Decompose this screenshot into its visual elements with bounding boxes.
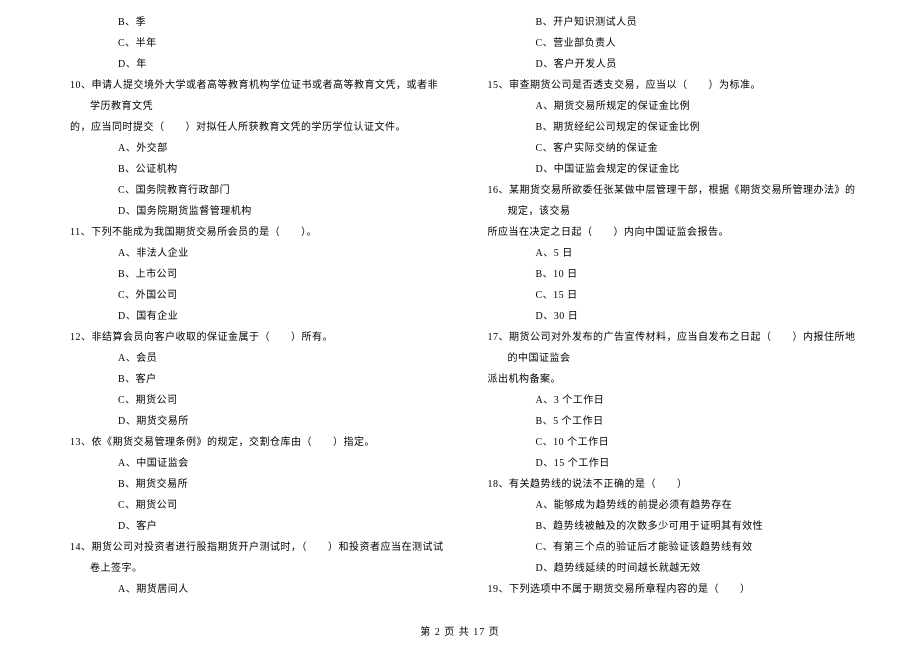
option: A、会员 <box>70 348 448 369</box>
question-12: 12、非结算会员向客户收取的保证金属于（ ）所有。 <box>70 327 448 348</box>
option: D、年 <box>70 54 448 75</box>
option: A、非法人企业 <box>70 243 448 264</box>
question-18: 18、有关趋势线的说法不正确的是（ ） <box>488 474 866 495</box>
option: D、国务院期货监督管理机构 <box>70 201 448 222</box>
option: C、15 日 <box>488 285 866 306</box>
option: D、趋势线延续的时间越长就越无效 <box>488 558 866 579</box>
option: B、5 个工作日 <box>488 411 866 432</box>
option: D、中国证监会规定的保证金比 <box>488 159 866 180</box>
option: A、中国证监会 <box>70 453 448 474</box>
question-17-cont: 派出机构备案。 <box>488 369 866 390</box>
option: C、营业部负责人 <box>488 33 866 54</box>
question-17: 17、期货公司对外发布的广告宣传材料，应当自发布之日起（ ）内报住所地的中国证监… <box>488 327 866 369</box>
option: B、上市公司 <box>70 264 448 285</box>
option: C、10 个工作日 <box>488 432 866 453</box>
option: B、期货经纪公司规定的保证金比例 <box>488 117 866 138</box>
option: D、国有企业 <box>70 306 448 327</box>
option: A、期货交易所规定的保证金比例 <box>488 96 866 117</box>
question-15: 15、审查期货公司是否透支交易，应当以（ ）为标准。 <box>488 75 866 96</box>
option: D、客户开发人员 <box>488 54 866 75</box>
option: B、期货交易所 <box>70 474 448 495</box>
page-container: B、季 C、半年 D、年 10、申请人提交境外大学或者高等教育机构学位证书或者高… <box>0 0 920 650</box>
option: B、开户知识测试人员 <box>488 12 866 33</box>
question-16-cont: 所应当在决定之日起（ ）内向中国证监会报告。 <box>488 222 866 243</box>
option: D、15 个工作日 <box>488 453 866 474</box>
option: C、国务院教育行政部门 <box>70 180 448 201</box>
option: D、期货交易所 <box>70 411 448 432</box>
question-10: 10、申请人提交境外大学或者高等教育机构学位证书或者高等教育文凭，或者非学历教育… <box>70 75 448 117</box>
question-14: 14、期货公司对投资者进行股指期货开户测试时，（ ）和投资者应当在测试试卷上签字… <box>70 537 448 579</box>
question-13: 13、依《期货交易管理条例》的规定，交割仓库由（ ）指定。 <box>70 432 448 453</box>
question-19: 19、下列选项中不属于期货交易所章程内容的是（ ） <box>488 579 866 600</box>
option: B、10 日 <box>488 264 866 285</box>
option: C、期货公司 <box>70 495 448 516</box>
option: D、客户 <box>70 516 448 537</box>
option: A、3 个工作日 <box>488 390 866 411</box>
right-column: B、开户知识测试人员 C、营业部负责人 D、客户开发人员 15、审查期货公司是否… <box>463 12 881 620</box>
option: B、趋势线被触及的次数多少可用于证明其有效性 <box>488 516 866 537</box>
left-column: B、季 C、半年 D、年 10、申请人提交境外大学或者高等教育机构学位证书或者高… <box>40 12 463 620</box>
option: A、5 日 <box>488 243 866 264</box>
option: C、有第三个点的验证后才能验证该趋势线有效 <box>488 537 866 558</box>
option: D、30 日 <box>488 306 866 327</box>
question-11: 11、下列不能成为我国期货交易所会员的是（ ）。 <box>70 222 448 243</box>
option: A、能够成为趋势线的前提必须有趋势存在 <box>488 495 866 516</box>
page-footer: 第 2 页 共 17 页 <box>0 623 920 638</box>
option: A、外交部 <box>70 138 448 159</box>
option: B、季 <box>70 12 448 33</box>
option: B、客户 <box>70 369 448 390</box>
question-10-cont: 的，应当同时提交（ ）对拟任人所获教育文凭的学历学位认证文件。 <box>70 117 448 138</box>
option: C、半年 <box>70 33 448 54</box>
option: B、公证机构 <box>70 159 448 180</box>
option: C、外国公司 <box>70 285 448 306</box>
option: C、期货公司 <box>70 390 448 411</box>
question-16: 16、某期货交易所欲委任张某做中层管理干部，根据《期货交易所管理办法》的规定，该… <box>488 180 866 222</box>
option: C、客户实际交纳的保证金 <box>488 138 866 159</box>
option: A、期货居间人 <box>70 579 448 600</box>
